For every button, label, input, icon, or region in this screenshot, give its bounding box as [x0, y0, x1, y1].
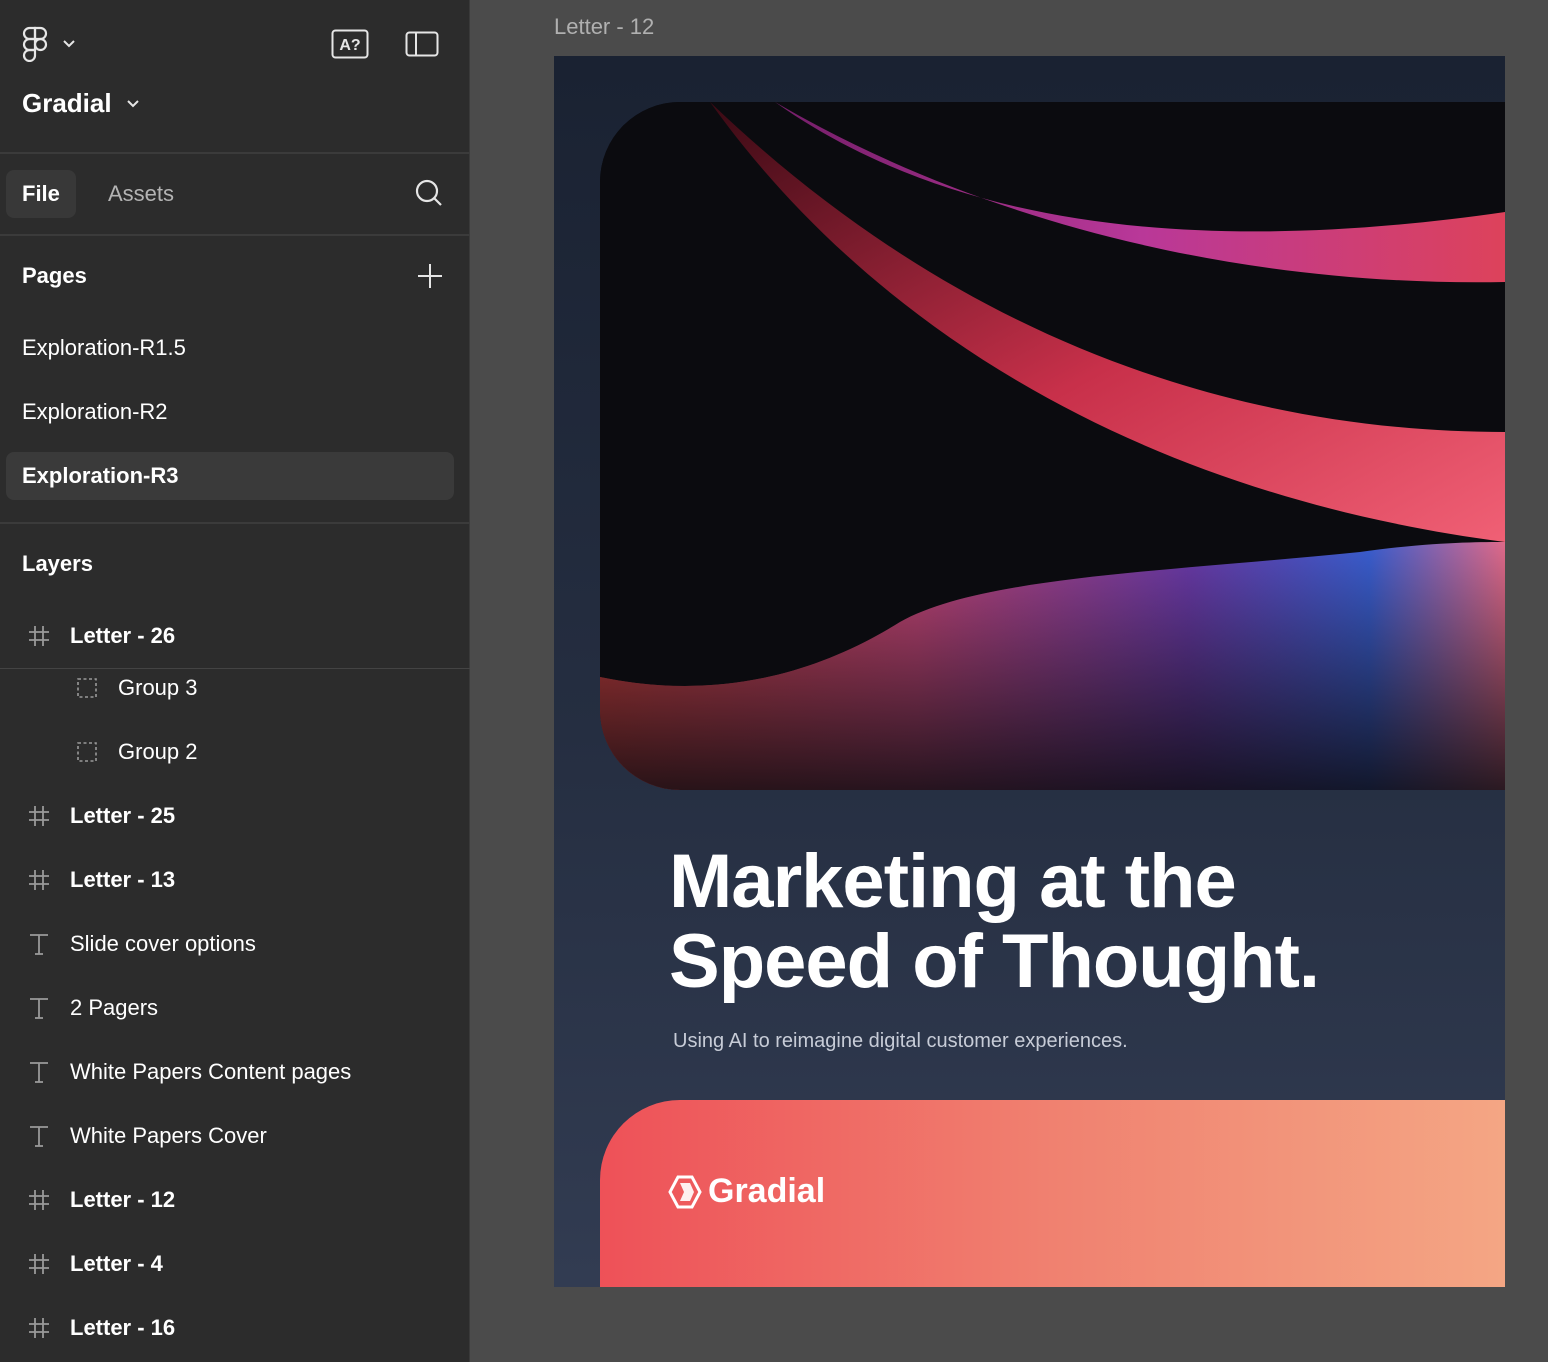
pages-section-title: Pages	[22, 263, 87, 288]
layer-row[interactable]: Letter - 12	[0, 1172, 470, 1228]
add-page-icon[interactable]	[416, 262, 444, 290]
frame-icon	[29, 806, 49, 826]
divider	[0, 234, 470, 236]
accessibility-check-icon[interactable]: A?	[331, 29, 369, 59]
page-item[interactable]: Exploration-R1.5	[6, 324, 454, 372]
layer-label: Letter - 4	[70, 1251, 163, 1276]
divider	[0, 668, 470, 669]
layer-label: White Papers Content pages	[70, 1059, 352, 1084]
tab-file[interactable]: File	[6, 170, 76, 218]
layer-label: Group 2	[118, 739, 198, 764]
layer-label: Slide cover options	[70, 931, 256, 956]
headline-line-2: Speed of Thought.	[669, 919, 1320, 1004]
headline: Marketing at the Speed of Thought.	[669, 842, 1429, 1002]
chevron-down-icon	[63, 40, 75, 48]
layer-label: 2 Pagers	[70, 995, 159, 1020]
text-icon	[30, 934, 48, 955]
search-icon[interactable]	[414, 178, 444, 208]
frame-icon	[29, 1318, 49, 1338]
frame-icon	[29, 1254, 49, 1274]
layer-label: White Papers Cover	[70, 1123, 267, 1148]
frame-icon	[29, 870, 49, 890]
layer-label: Letter - 25	[70, 803, 176, 828]
canvas[interactable]: Letter - 12 Marketing at the Speed of Th…	[471, 0, 1548, 1362]
layer-row[interactable]: Letter - 13	[0, 852, 470, 908]
frame-icon	[29, 1190, 49, 1210]
main-menu-button[interactable]	[22, 26, 82, 62]
left-sidebar: A? Gradial File Assets Pages Exploration…	[0, 0, 470, 1362]
layer-row[interactable]: Group 2	[0, 724, 470, 780]
svg-text:A?: A?	[339, 37, 360, 54]
artboard-letter-12[interactable]: Marketing at the Speed of Thought. Using…	[554, 56, 1505, 1287]
headline-line-1: Marketing at the	[669, 839, 1237, 924]
project-name: Gradial	[22, 88, 112, 118]
layer-label: Letter - 13	[70, 867, 176, 892]
chevron-down-icon	[126, 99, 139, 107]
frame-icon	[29, 626, 49, 646]
layer-label: Letter - 12	[70, 1187, 176, 1212]
page-item[interactable]: Exploration-R2	[6, 388, 454, 436]
layer-row[interactable]: Letter - 4	[0, 1236, 470, 1292]
layer-label: Group 3	[118, 675, 198, 700]
brand-lockup: Gradial	[668, 1172, 825, 1211]
group-icon	[77, 678, 97, 698]
abstract-waves-graphic	[600, 102, 1505, 790]
gradial-logo-icon	[668, 1175, 702, 1208]
subheadline: Using AI to reimagine digital customer e…	[673, 1030, 1128, 1052]
project-name-dropdown[interactable]: Gradial	[22, 88, 140, 119]
text-icon	[30, 1062, 48, 1083]
tab-assets[interactable]: Assets	[92, 170, 190, 218]
layer-row[interactable]: Letter - 16	[0, 1300, 470, 1356]
layer-row[interactable]: Slide cover options	[0, 916, 470, 972]
divider	[0, 522, 470, 524]
layer-row[interactable]: White Papers Cover	[0, 1108, 470, 1164]
toggle-sidebar-icon[interactable]	[405, 31, 439, 57]
brand-name: Gradial	[708, 1172, 826, 1210]
layer-label: Letter - 16	[70, 1315, 176, 1340]
layer-label: Letter - 26	[70, 623, 176, 648]
text-icon	[30, 1126, 48, 1147]
frame-label[interactable]: Letter - 12	[554, 14, 654, 40]
footer-band: Gradial	[600, 1100, 1505, 1287]
figma-logo-icon	[22, 26, 48, 62]
divider	[0, 152, 470, 154]
group-icon	[77, 742, 97, 762]
text-icon	[30, 998, 48, 1019]
layers-section-title: Layers	[22, 551, 93, 576]
hero-abstract-image	[600, 102, 1505, 790]
page-item-selected[interactable]: Exploration-R3	[6, 452, 454, 500]
layer-row[interactable]: White Papers Content pages	[0, 1044, 470, 1100]
layer-row[interactable]: Letter - 26	[0, 608, 470, 664]
layer-row[interactable]: Letter - 25	[0, 788, 470, 844]
layer-row[interactable]: 2 Pagers	[0, 980, 470, 1036]
